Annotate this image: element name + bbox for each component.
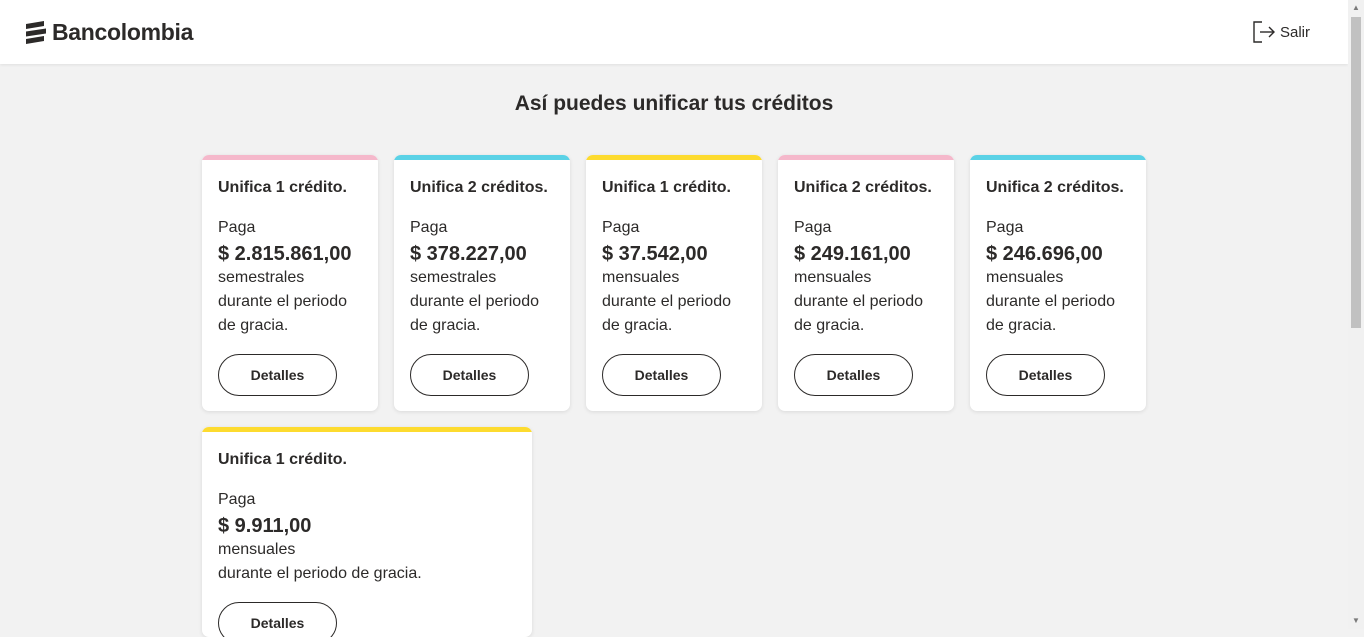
pay-label: Paga	[218, 219, 256, 236]
pay-label: Paga	[410, 219, 448, 236]
grace-period-text: durante el periodo	[794, 293, 923, 310]
card-accent-bar	[586, 155, 762, 160]
grace-period-text: durante el periodo	[986, 293, 1115, 310]
payment-amount: $ 9.911,00	[218, 515, 312, 537]
pay-label: Paga	[602, 219, 640, 236]
payment-amount: $ 378.227,00	[410, 243, 527, 265]
credit-option-card: Unifica 2 créditos. Paga $ 249.161,00 me…	[778, 155, 954, 411]
card-accent-bar	[202, 427, 532, 432]
grace-period-text: de gracia.	[218, 317, 289, 334]
scrollbar[interactable]: ▲ ▼	[1348, 0, 1364, 629]
pay-label: Paga	[794, 219, 832, 236]
card-accent-bar	[970, 155, 1146, 160]
scroll-up-arrow-icon[interactable]: ▲	[1348, 0, 1364, 16]
details-button[interactable]: Detalles	[410, 354, 529, 396]
details-button[interactable]: Detalles	[218, 354, 337, 396]
scroll-down-arrow-icon[interactable]: ▼	[1348, 613, 1364, 629]
pay-label: Paga	[218, 491, 256, 508]
grace-period-text: durante el periodo	[602, 293, 731, 310]
credit-option-card: Unifica 2 créditos. Paga $ 246.696,00 me…	[970, 155, 1146, 411]
credit-option-card: Unifica 2 créditos. Paga $ 378.227,00 se…	[394, 155, 570, 411]
payment-frequency: semestrales	[218, 269, 305, 286]
scrollbar-thumb[interactable]	[1351, 17, 1361, 328]
payment-frequency: semestrales	[410, 269, 497, 286]
grace-period-text: de gracia.	[794, 317, 865, 334]
grace-period-text: de gracia.	[986, 317, 1057, 334]
card-title: Unifica 1 crédito.	[602, 179, 731, 196]
card-accent-bar	[394, 155, 570, 160]
pay-label: Paga	[986, 219, 1024, 236]
payment-frequency: mensuales	[602, 269, 680, 286]
details-button[interactable]: Detalles	[602, 354, 721, 396]
card-title: Unifica 2 créditos.	[794, 179, 932, 196]
payment-amount: $ 246.696,00	[986, 243, 1103, 265]
credit-option-card: Unifica 1 crédito. Paga $ 37.542,00 mens…	[586, 155, 762, 411]
card-title: Unifica 2 créditos.	[986, 179, 1124, 196]
card-accent-bar	[202, 155, 378, 160]
payment-frequency: mensuales	[986, 269, 1064, 286]
grace-period-text: durante el periodo	[218, 293, 347, 310]
card-title: Unifica 1 crédito.	[218, 451, 347, 468]
payment-amount: $ 37.542,00	[602, 243, 708, 265]
card-title: Unifica 2 créditos.	[410, 179, 548, 196]
details-button[interactable]: Detalles	[794, 354, 913, 396]
payment-amount: $ 249.161,00	[794, 243, 911, 265]
grace-period-text: durante el periodo	[410, 293, 539, 310]
grace-period-text: de gracia.	[602, 317, 673, 334]
credit-option-card: Unifica 1 crédito. Paga $ 2.815.861,00 s…	[202, 155, 378, 411]
payment-amount: $ 2.815.861,00	[218, 243, 352, 265]
card-title: Unifica 1 crédito.	[218, 179, 347, 196]
grace-period-text: durante el periodo de gracia.	[218, 565, 422, 582]
credit-option-card: Unifica 1 crédito. Paga $ 9.911,00 mensu…	[202, 427, 532, 637]
grace-period-text: de gracia.	[410, 317, 481, 334]
credit-options: Unifica 1 crédito. Paga $ 2.815.861,00 s…	[0, 0, 1348, 637]
details-button[interactable]: Detalles	[218, 602, 337, 637]
payment-frequency: mensuales	[794, 269, 872, 286]
card-accent-bar	[778, 155, 954, 160]
payment-frequency: mensuales	[218, 541, 296, 558]
details-button[interactable]: Detalles	[986, 354, 1105, 396]
